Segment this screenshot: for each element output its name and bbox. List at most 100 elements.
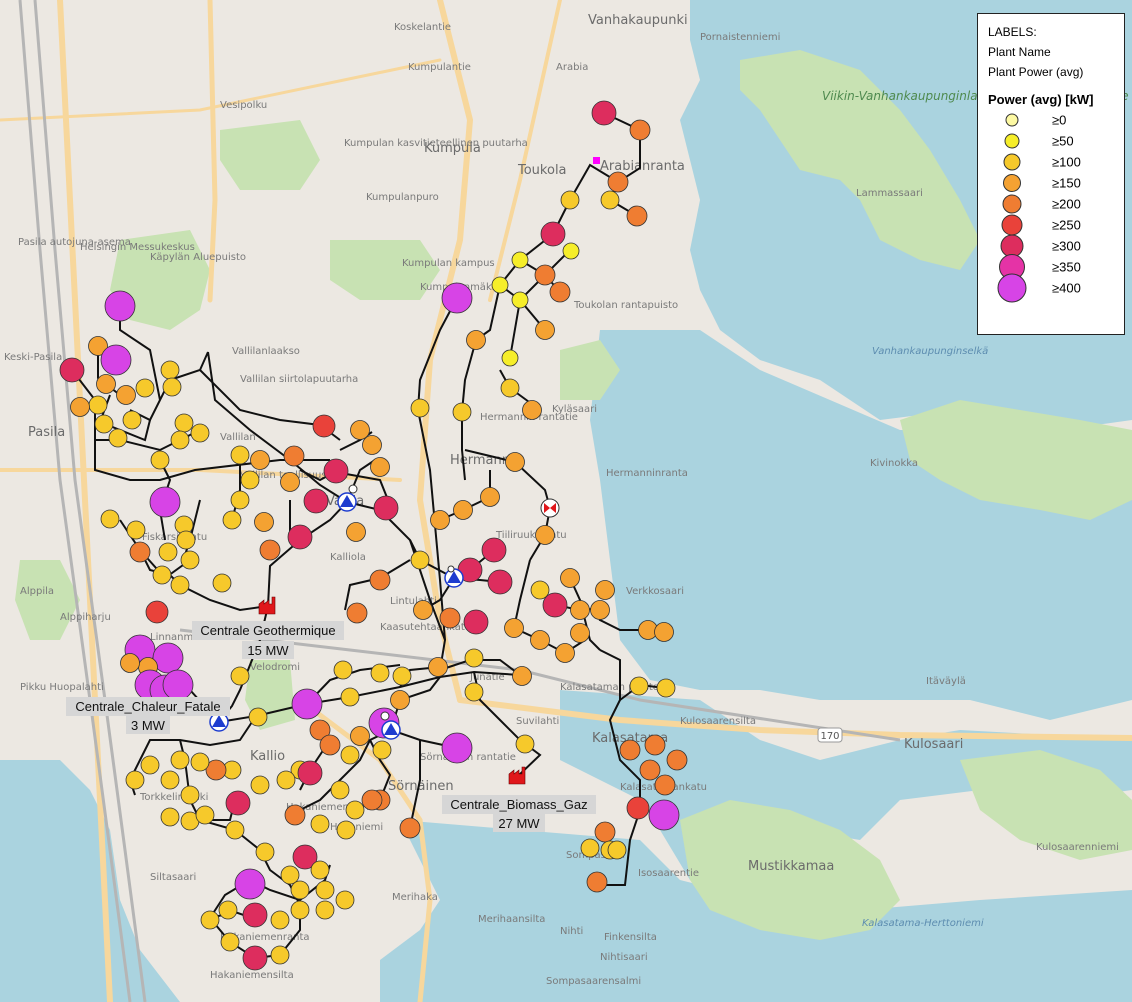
consumer-node[interactable] [413,600,433,620]
consumer-node[interactable] [515,734,535,754]
consumer-node[interactable] [303,488,329,514]
consumer-node[interactable] [108,428,128,448]
consumer-node[interactable] [158,542,178,562]
consumer-node[interactable] [323,458,349,484]
consumer-node[interactable] [276,770,296,790]
consumer-node[interactable] [222,510,242,530]
consumer-node[interactable] [234,868,266,900]
consumer-node[interactable] [410,398,430,418]
consumer-node[interactable] [315,880,335,900]
consumer-node[interactable] [439,607,461,629]
consumer-node[interactable] [250,775,270,795]
consumer-node[interactable] [373,495,399,521]
consumer-node[interactable] [240,470,260,490]
consumer-node[interactable] [534,264,556,286]
consumer-node[interactable] [291,688,323,720]
consumer-node[interactable] [481,537,507,563]
consumer-node[interactable] [280,472,300,492]
consumer-node[interactable] [626,205,648,227]
consumer-node[interactable] [330,780,350,800]
consumer-node[interactable] [104,290,136,322]
consumer-node[interactable] [501,349,519,367]
consumer-node[interactable] [310,814,330,834]
consumer-node[interactable] [250,450,270,470]
consumer-node[interactable] [595,580,615,600]
consumer-node[interactable] [212,573,232,593]
consumer-node[interactable] [162,669,194,701]
consumer-node[interactable] [580,838,600,858]
consumer-node[interactable] [283,445,305,467]
consumer-node[interactable] [312,414,336,438]
consumer-node[interactable] [594,821,616,843]
consumer-node[interactable] [530,580,550,600]
consumer-node[interactable] [570,623,590,643]
consumer-node[interactable] [190,752,210,772]
consumer-node[interactable] [560,568,580,588]
consumer-node[interactable] [340,687,360,707]
consumer-node[interactable] [270,945,290,965]
consumer-node[interactable] [70,397,90,417]
consumer-node[interactable] [629,676,649,696]
consumer-node[interactable] [350,726,370,746]
consumer-node[interactable] [149,486,181,518]
consumer-node[interactable] [170,750,190,770]
consumer-node[interactable] [129,541,151,563]
consumer-node[interactable] [511,251,529,269]
consumer-node[interactable] [607,840,627,860]
consumer-node[interactable] [549,281,571,303]
consumer-node[interactable] [505,452,525,472]
consumer-node[interactable] [230,445,250,465]
consumer-node[interactable] [656,678,676,698]
consumer-node[interactable] [162,377,182,397]
consumer-node[interactable] [591,100,617,126]
consumer-node[interactable] [59,357,85,383]
consumer-node[interactable] [94,414,114,434]
consumer-node[interactable] [511,291,529,309]
consumer-node[interactable] [428,657,448,677]
consumer-node[interactable] [145,600,169,624]
consumer-node[interactable] [410,550,430,570]
consumer-node[interactable] [340,745,360,765]
consumer-node[interactable] [626,796,650,820]
consumer-node[interactable] [570,600,590,620]
consumer-node[interactable] [152,565,172,585]
consumer-node[interactable] [150,450,170,470]
consumer-node[interactable] [290,880,310,900]
consumer-node[interactable] [500,378,520,398]
consumer-node[interactable] [629,119,651,141]
consumer-node[interactable] [170,575,190,595]
consumer-node[interactable] [120,653,140,673]
consumer-node[interactable] [254,512,274,532]
consumer-node[interactable] [346,602,368,624]
consumer-node[interactable] [225,790,251,816]
consumer-node[interactable] [540,221,566,247]
consumer-node[interactable] [135,378,155,398]
consumer-node[interactable] [464,682,484,702]
consumer-node[interactable] [441,732,473,764]
consumer-node[interactable] [160,770,180,790]
consumer-node[interactable] [218,900,238,920]
consumer-node[interactable] [466,330,486,350]
consumer-node[interactable] [200,910,220,930]
consumer-node[interactable] [287,524,313,550]
consumer-node[interactable] [654,774,676,796]
consumer-node[interactable] [280,865,300,885]
consumer-node[interactable] [586,871,608,893]
consumer-node[interactable] [230,490,250,510]
consumer-node[interactable] [654,622,674,642]
consumer-node[interactable] [562,242,580,260]
consumer-node[interactable] [160,807,180,827]
consumer-node[interactable] [361,789,383,811]
consumer-node[interactable] [530,630,550,650]
consumer-node[interactable] [315,900,335,920]
consumer-node[interactable] [125,770,145,790]
consumer-node[interactable] [100,509,120,529]
consumer-node[interactable] [333,660,353,680]
consumer-node[interactable] [491,276,509,294]
consumer-node[interactable] [504,618,524,638]
consumer-node[interactable] [487,569,513,595]
consumer-node[interactable] [259,539,281,561]
consumer-node[interactable] [590,600,610,620]
consumer-node[interactable] [430,510,450,530]
consumer-node[interactable] [335,890,355,910]
